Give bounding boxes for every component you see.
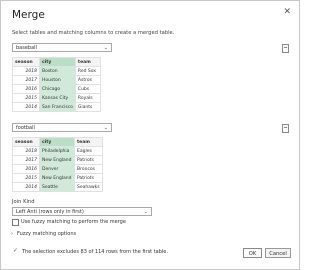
second-table-select[interactable]: football ⌄: [12, 123, 112, 132]
join-kind-select[interactable]: Left Anti (rows only in first) ⌄: [12, 207, 152, 216]
table-cell: San Francisco: [39, 102, 76, 112]
file-preview-icon[interactable]: [282, 124, 289, 133]
table-header-row: season city team: [12, 57, 101, 67]
first-table-preview: season city team 2018 Boston Red Sox 201…: [12, 57, 101, 112]
table-cell: Philadelphia: [39, 146, 75, 156]
table-cell: 2017: [12, 155, 40, 165]
table-cell: 2017: [12, 75, 40, 85]
table-cell: Broncos: [74, 164, 103, 174]
column-header-city[interactable]: city: [39, 57, 76, 67]
status-message: The selection excludes 83 of 114 rows fr…: [22, 249, 168, 255]
first-table-select[interactable]: baseball ⌄: [12, 43, 112, 52]
table-row: 2015 New England Patriots: [12, 173, 103, 183]
fuzzy-matching-checkbox[interactable]: [12, 219, 19, 226]
table-cell: Cubs: [74, 84, 101, 94]
table-cell: 2016: [12, 84, 40, 94]
table-header-row: season city team: [12, 137, 103, 147]
table-cell: New England: [39, 173, 75, 183]
column-header-city[interactable]: city: [39, 137, 75, 147]
fuzzy-matching-options-toggle[interactable]: Fuzzy matching options: [17, 231, 76, 237]
ok-button[interactable]: OK: [243, 248, 262, 258]
dialog-title: Merge: [12, 9, 45, 21]
fuzzy-matching-checkbox-label: Use fuzzy matching to perform the merge: [21, 219, 126, 225]
table-cell: 2018: [12, 66, 40, 76]
table-cell: 2014: [12, 182, 40, 192]
table-row: 2018 Boston Red Sox: [12, 66, 101, 76]
chevron-down-icon: ⌄: [143, 209, 148, 215]
table-row: 2016 Denver Broncos: [12, 164, 103, 174]
table-cell: Chicago: [39, 84, 76, 94]
table-row: 2016 Chicago Cubs: [12, 84, 101, 94]
table-cell: Patriots: [74, 173, 103, 183]
dialog-subtitle: Select tables and matching columns to cr…: [12, 30, 175, 36]
table-cell: Boston: [39, 66, 76, 76]
table-cell: 2015: [12, 173, 40, 183]
table-cell: Kansas City: [39, 93, 76, 103]
table-cell: New England: [39, 155, 75, 165]
column-header-team[interactable]: team: [74, 57, 101, 67]
chevron-right-icon[interactable]: ›: [11, 231, 13, 237]
second-table-select-value: football: [16, 125, 35, 131]
cancel-button[interactable]: Cancel: [265, 248, 291, 258]
close-icon[interactable]: ✕: [283, 7, 291, 17]
table-cell: Seattle: [39, 182, 75, 192]
table-cell: Houston: [39, 75, 76, 85]
file-preview-icon[interactable]: [282, 44, 289, 53]
table-cell: 2016: [12, 164, 40, 174]
table-row: 2014 Seattle Seahawks: [12, 182, 103, 192]
first-table-select-value: baseball: [16, 45, 37, 51]
table-cell: 2018: [12, 146, 40, 156]
column-header-team[interactable]: team: [74, 137, 103, 147]
merge-dialog: Merge ✕ Select tables and matching colum…: [0, 0, 300, 270]
table-cell: Royals: [74, 93, 101, 103]
table-row: 2015 Kansas City Royals: [12, 93, 101, 103]
table-cell: Denver: [39, 164, 75, 174]
table-cell: 2014: [12, 102, 40, 112]
chevron-down-icon: ⌄: [103, 125, 108, 131]
table-cell: Seahawks: [74, 182, 103, 192]
table-row: 2017 New England Patriots: [12, 155, 103, 165]
table-cell: Eagles: [74, 146, 103, 156]
table-cell: Giants: [74, 102, 101, 112]
join-kind-label: Join Kind: [12, 199, 35, 205]
chevron-down-icon: ⌄: [103, 45, 108, 51]
join-kind-select-value: Left Anti (rows only in first): [16, 209, 84, 215]
table-cell: 2015: [12, 93, 40, 103]
column-header-season[interactable]: season: [12, 57, 40, 67]
checkmark-icon: ✓: [13, 247, 19, 254]
table-cell: Patriots: [74, 155, 103, 165]
second-table-preview: season city team 2018 Philadelphia Eagle…: [12, 137, 103, 192]
table-cell: Astros: [74, 75, 101, 85]
column-header-season[interactable]: season: [12, 137, 40, 147]
table-row: 2018 Philadelphia Eagles: [12, 146, 103, 156]
table-row: 2017 Houston Astros: [12, 75, 101, 85]
table-cell: Red Sox: [74, 66, 101, 76]
table-row: 2014 San Francisco Giants: [12, 102, 101, 112]
